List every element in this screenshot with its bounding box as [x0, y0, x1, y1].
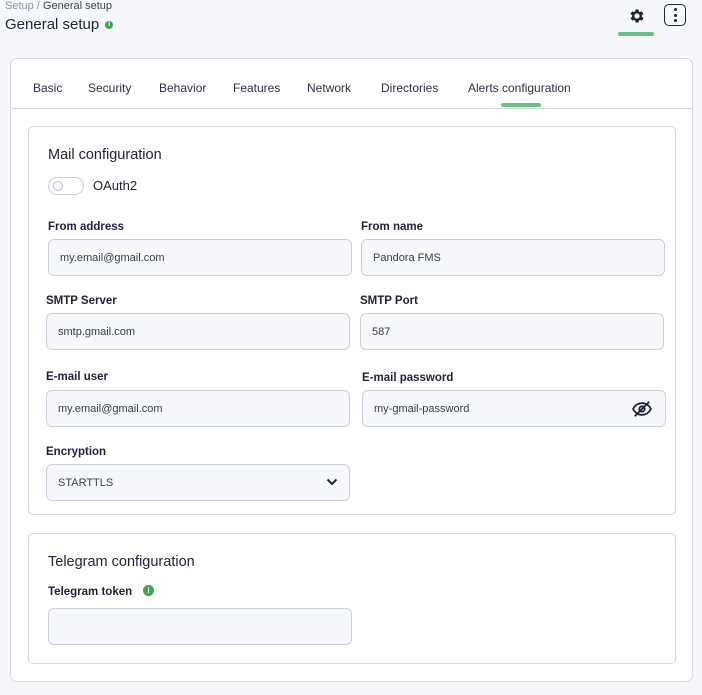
gear-icon	[630, 9, 644, 23]
breadcrumb-current: General setup	[42, 0, 113, 12]
email-password-value: my-gmail-password	[374, 402, 470, 415]
encryption-value: STARTTLS	[58, 476, 114, 489]
tab-features[interactable]: Features	[233, 81, 280, 95]
email-user-label: E-mail user	[46, 371, 108, 383]
oauth2-label: OAuth2	[93, 178, 138, 193]
tab-bar: Basic Security Behavior Features Network…	[11, 59, 692, 109]
kebab-dot	[673, 19, 677, 22]
settings-button[interactable]	[622, 4, 652, 28]
mail-configuration-title: Mail configuration	[48, 147, 162, 163]
smtp-port-input[interactable]: 587	[360, 313, 664, 350]
tab-alerts-configuration[interactable]: Alerts configuration	[468, 81, 571, 95]
kebab-menu-icon	[673, 8, 677, 11]
page-title: General setup i	[5, 16, 114, 33]
breadcrumb-separator: /	[33, 0, 43, 12]
email-password-field[interactable]: my-gmail-password	[362, 390, 666, 427]
from-name-label: From name	[361, 221, 423, 233]
smtp-server-label: SMTP Server	[46, 295, 117, 307]
encryption-label: Encryption	[46, 446, 107, 458]
email-user-input[interactable]: my.email@gmail.com	[46, 390, 350, 427]
settings-panel: Basic Security Behavior Features Network…	[10, 58, 693, 682]
tab-directories[interactable]: Directories	[381, 81, 438, 95]
toggle-knob	[53, 181, 63, 191]
tab-security[interactable]: Security	[88, 81, 131, 95]
telegram-token-input[interactable]	[48, 608, 352, 645]
from-name-input[interactable]: Pandora FMS	[361, 239, 665, 276]
smtp-port-label: SMTP Port	[360, 295, 418, 307]
active-tab-indicator	[501, 103, 541, 107]
telegram-token-label: Telegram token	[48, 586, 133, 598]
oauth2-toggle[interactable]	[48, 177, 84, 195]
breadcrumb: Setup / General setup	[5, 0, 112, 12]
chevron-down-icon	[326, 478, 338, 486]
tab-behavior[interactable]: Behavior	[159, 81, 206, 95]
from-address-input[interactable]: my.email@gmail.com	[48, 239, 352, 276]
breadcrumb-parent[interactable]: Setup	[5, 0, 34, 12]
encryption-select[interactable]: STARTTLS	[46, 464, 350, 501]
tab-basic[interactable]: Basic	[33, 81, 62, 95]
mail-configuration-card: Mail configuration OAuth2 From address m…	[28, 126, 676, 515]
info-icon[interactable]: i	[105, 20, 114, 29]
info-icon[interactable]: i	[143, 585, 154, 596]
email-password-label: E-mail password	[362, 372, 454, 384]
tab-network[interactable]: Network	[307, 81, 351, 95]
settings-active-indicator	[618, 32, 654, 36]
telegram-configuration-card: Telegram configuration Telegram token i	[28, 533, 676, 664]
telegram-configuration-title: Telegram configuration	[48, 554, 195, 570]
eye-off-icon[interactable]	[631, 400, 653, 418]
smtp-server-input[interactable]: smtp.gmail.com	[46, 313, 350, 350]
page-title-text: General setup	[5, 16, 100, 33]
kebab-dot	[673, 13, 677, 17]
from-address-label: From address	[48, 221, 125, 233]
more-options-button[interactable]	[664, 4, 686, 26]
